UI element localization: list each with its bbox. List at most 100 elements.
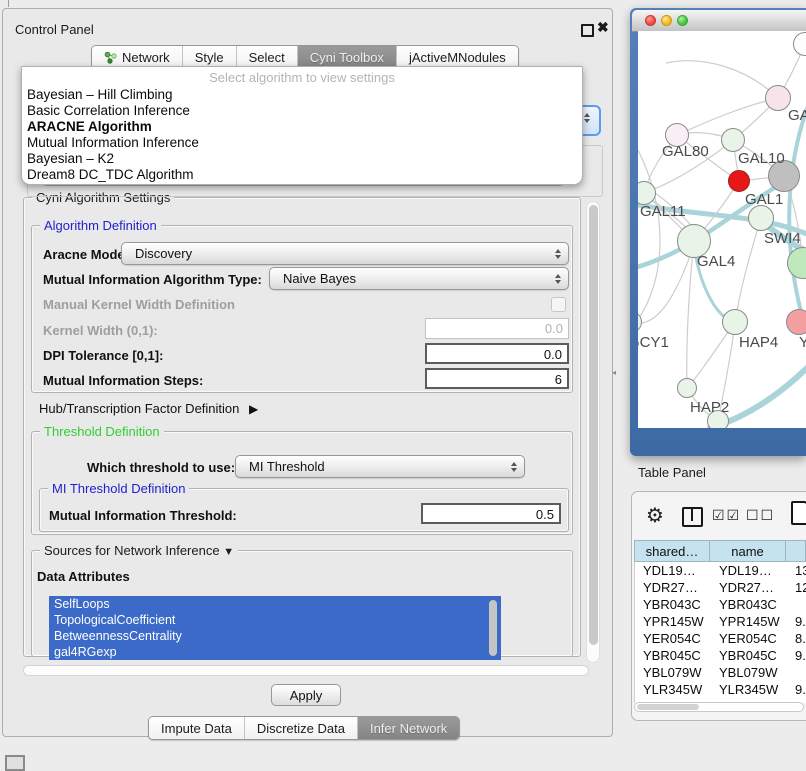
control-panel: Control Panel ✖ Network Style Select — [2, 8, 613, 737]
node-salmon-right[interactable] — [786, 309, 806, 335]
table-row[interactable]: YBL079W YBL079W — [635, 664, 806, 681]
window-edge-tick — [8, 0, 9, 7]
cell: YBR043C — [635, 596, 711, 613]
cell: 9. — [787, 681, 806, 698]
popup-item-bayesian-hill-climbing[interactable]: Bayesian – Hill Climbing — [22, 87, 582, 103]
mi-steps-field[interactable]: 6 — [425, 368, 569, 389]
mi-threshold-group-title: MI Threshold Definition — [48, 481, 189, 496]
node-hap4[interactable] — [722, 309, 748, 335]
popup-item-basic-correlation[interactable]: Basic Correlation Inference — [22, 103, 582, 119]
table-row[interactable]: YDL19… YDL19… 13 — [635, 562, 806, 579]
list-item-topologicalcoefficient[interactable]: TopologicalCoefficient — [49, 612, 501, 628]
apply-button[interactable]: Apply — [271, 684, 341, 706]
kernel-width-field[interactable]: 0.0 — [425, 318, 569, 339]
cell: YLR345W — [635, 681, 711, 698]
network-window-titlebar[interactable] — [632, 10, 806, 32]
attributes-list-scrollbar[interactable] — [488, 598, 498, 658]
cell: YER054C — [711, 630, 787, 647]
tab-impute-data[interactable]: Impute Data — [149, 717, 244, 739]
which-threshold-combo[interactable]: MI Threshold — [235, 455, 525, 478]
deselect-all-checkboxes-icon[interactable]: ☐☐ — [746, 508, 775, 524]
cell: YBL079W — [635, 664, 711, 681]
node-hap2[interactable] — [677, 378, 697, 398]
table-horizontal-scrollbar[interactable] — [634, 702, 804, 712]
node-label-hap4: HAP4 — [739, 334, 778, 351]
hub-definition-label: Hub/Transcription Factor Definition — [39, 401, 239, 416]
tab-select-label: Select — [249, 50, 285, 65]
table-row[interactable]: YDR27… YDR27… 12 — [635, 579, 806, 596]
export-table-icon[interactable] — [791, 501, 806, 525]
cell — [787, 596, 806, 613]
dpi-tolerance-field[interactable]: 0.0 — [425, 343, 569, 364]
popup-item-bayesian-k2[interactable]: Bayesian – K2 — [22, 151, 582, 167]
mi-algorithm-type-combo[interactable]: Naive Bayes — [269, 267, 569, 290]
node-swi4[interactable] — [748, 205, 774, 231]
node-label-swi4: SWI4 — [764, 230, 801, 247]
cell: YDR27… — [711, 579, 787, 596]
collapse-right-icon: ▶ — [249, 402, 258, 416]
settings-vertical-scrollbar[interactable] — [586, 201, 600, 663]
close-icon[interactable]: ✖ — [597, 19, 609, 36]
popup-item-dream8[interactable]: Dream8 DC_TDC Algorithm — [22, 167, 582, 183]
table-panel-title: Table Panel — [638, 465, 706, 480]
columns-icon[interactable] — [682, 507, 703, 527]
column-header-name[interactable]: name — [710, 540, 786, 562]
manual-kernel-checkbox[interactable] — [551, 297, 566, 312]
cell: 12 — [787, 579, 806, 596]
combo-arrows-icon — [555, 249, 561, 259]
tab-infer-network[interactable]: Infer Network — [357, 717, 459, 739]
node-label-hap2: HAP2 — [690, 399, 729, 416]
list-item-betweennesscentrality[interactable]: BetweennessCentrality — [49, 628, 501, 644]
tab-discretize-data[interactable]: Discretize Data — [244, 717, 357, 739]
column-header-shared-name[interactable]: shared… — [634, 540, 710, 562]
threshold-definition-title: Threshold Definition — [40, 424, 164, 439]
gear-icon[interactable]: ⚙ — [646, 503, 664, 527]
column-header-cut[interactable] — [786, 540, 806, 562]
expand-down-icon[interactable]: ▼ — [223, 546, 234, 558]
zoom-traffic-light-icon[interactable] — [677, 15, 688, 26]
cell: YPR145W — [711, 613, 787, 630]
minimized-panel-icon[interactable] — [5, 755, 25, 771]
node-label-gal10: GAL10 — [738, 150, 785, 167]
select-all-checkboxes-icon[interactable]: ☑☑ — [712, 508, 741, 524]
float-window-icon[interactable] — [581, 24, 594, 37]
popup-item-mutual-information[interactable]: Mutual Information Inference — [22, 135, 582, 151]
tab-jactivemnodules[interactable]: jActiveMNodules — [396, 46, 518, 68]
node-gal1-selected[interactable] — [728, 170, 750, 192]
cell: 8. — [787, 630, 806, 647]
tab-select[interactable]: Select — [236, 46, 297, 68]
combo-arrows-icon — [584, 113, 590, 123]
popup-item-aracne[interactable]: ARACNE Algorithm — [22, 119, 582, 135]
minimize-traffic-light-icon[interactable] — [661, 15, 672, 26]
tab-network[interactable]: Network — [92, 46, 182, 68]
table-row[interactable]: YER054C YER054C 8. — [635, 630, 806, 647]
node-label-gal80: GAL80 — [662, 143, 709, 160]
network-canvas[interactable]: GAL GAL80 GAL10 GAL1 GAL11 SWI4 GAL4 GCY… — [638, 31, 806, 428]
table-row[interactable]: YPR145W YPR145W 9. — [635, 613, 806, 630]
tab-cyni-toolbox[interactable]: Cyni Toolbox — [297, 46, 396, 68]
settings-horizontal-scrollbar[interactable] — [23, 665, 589, 676]
manual-kernel-label: Manual Kernel Width Definition — [43, 297, 235, 312]
table-body[interactable]: YDL19… YDL19… 13 YDR27… YDR27… 12 YBR043… — [634, 562, 806, 703]
cell: YBL079W — [711, 664, 787, 681]
mi-threshold-field[interactable]: 0.5 — [421, 503, 561, 524]
algorithm-definition-title: Algorithm Definition — [40, 218, 161, 233]
node-gal10[interactable] — [721, 128, 745, 152]
list-item-selfloops[interactable]: SelfLoops — [49, 596, 501, 612]
list-item-gal4rgexp[interactable]: gal4RGexp — [49, 644, 501, 660]
tab-style[interactable]: Style — [182, 46, 236, 68]
combo-arrows-icon — [511, 462, 517, 472]
aracne-mode-combo[interactable]: Discovery — [121, 242, 569, 265]
close-traffic-light-icon[interactable] — [645, 15, 656, 26]
hub-definition-disclosure[interactable]: Hub/Transcription Factor Definition ▶ — [39, 401, 258, 416]
data-attributes-list[interactable]: SelfLoops TopologicalCoefficient Between… — [49, 596, 501, 660]
table-row[interactable]: YBR043C YBR043C — [635, 596, 806, 613]
mi-algorithm-type-value: Naive Bayes — [283, 271, 356, 286]
table-row[interactable]: YBR045C YBR045C 9. — [635, 647, 806, 664]
mi-steps-label: Mutual Information Steps: — [43, 373, 203, 388]
popup-placeholder: Select algorithm to view settings — [22, 67, 582, 87]
table-row[interactable]: YLR345W YLR345W 9. — [635, 681, 806, 698]
aracne-mode-label: Aracne Mode: — [43, 247, 129, 262]
node-label-y-cut: Y — [799, 334, 806, 351]
tab-infer-network-label: Infer Network — [370, 721, 447, 736]
